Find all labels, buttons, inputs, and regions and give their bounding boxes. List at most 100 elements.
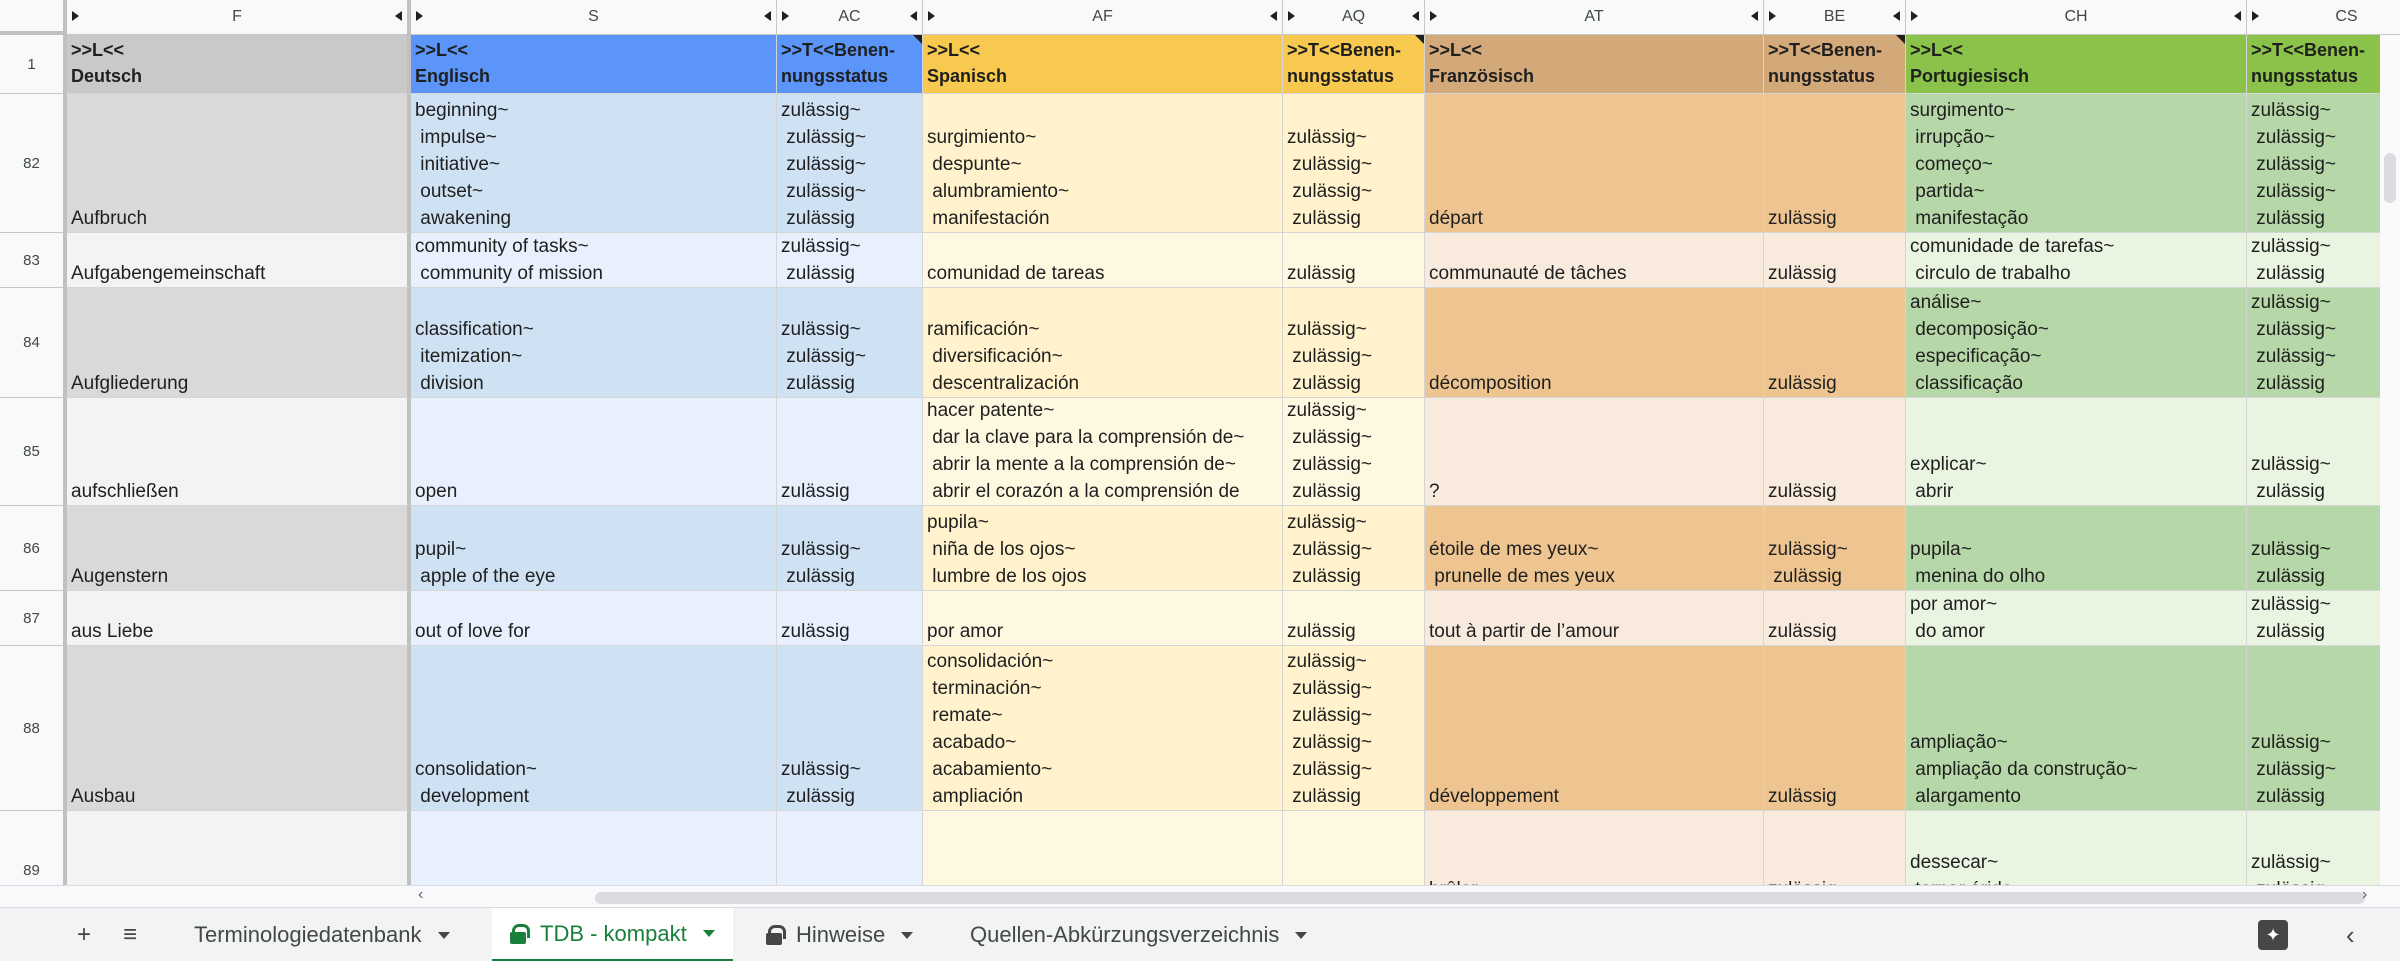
column-header-cs[interactable]: CS — [2247, 0, 2400, 35]
scroll-right-arrow-icon[interactable]: › — [2362, 886, 2376, 908]
cell-ac[interactable]: zulässig~ zulässig — [777, 646, 923, 811]
tab-terminologiedatenbank[interactable]: Terminologiedatenbank — [176, 908, 468, 961]
cell-aq[interactable]: zulässig~ zulässig~ zulässig~ zulässig — [1283, 398, 1425, 506]
cell-cs[interactable]: zulässig~ zulässig — [2247, 233, 2400, 288]
cell-ac[interactable]: zulässig~ zulässig~ zulässig~ zulässig~ … — [777, 94, 923, 233]
cell-at[interactable]: départ — [1425, 94, 1764, 233]
vertical-scroll-thumb[interactable] — [2384, 153, 2396, 203]
dropdown-caret-icon[interactable] — [437, 931, 450, 939]
select-all-corner[interactable] — [0, 0, 67, 35]
row-header-83[interactable]: 83 — [0, 233, 67, 288]
cell-s[interactable]: dry up — [411, 811, 777, 885]
cell-be[interactable]: zulässig — [1764, 398, 1906, 506]
cell-aq[interactable]: zulässig~ zulässig~ zulässig — [1283, 506, 1425, 591]
cell-ac[interactable]: zulässig~ zulässig — [777, 233, 923, 288]
cell-af[interactable]: surgimiento~ despunte~ alumbramiento~ ma… — [923, 94, 1283, 233]
cell-f[interactable]: Augenstern — [67, 506, 411, 591]
cell-ac[interactable]: zulässig — [777, 591, 923, 646]
cell-ch[interactable]: surgimento~ irrupção~ começo~ partida~ m… — [1906, 94, 2247, 233]
cell-ac[interactable]: zulässig — [777, 398, 923, 506]
collapse-right-icon[interactable] — [1412, 11, 1419, 21]
cell-at[interactable]: décomposition — [1425, 288, 1764, 398]
header-cell-af[interactable]: >>L<< Spanisch — [923, 35, 1283, 94]
header-cell-ac[interactable]: >>T<<Benen- nungsstatus — [777, 35, 923, 94]
cell-af[interactable]: pupila~ niña de los ojos~ lumbre de los … — [923, 506, 1283, 591]
collapse-right-icon[interactable] — [2234, 11, 2241, 21]
header-cell-aq[interactable]: >>T<<Benen- nungsstatus — [1283, 35, 1425, 94]
collapse-right-icon[interactable] — [1893, 11, 1900, 21]
cell-s[interactable]: open — [411, 398, 777, 506]
cell-f[interactable]: Aufgliederung — [67, 288, 411, 398]
cell-af[interactable]: secar — [923, 811, 1283, 885]
plus-icon[interactable]: + — [70, 921, 98, 949]
dropdown-caret-icon[interactable] — [901, 931, 914, 939]
header-cell-s[interactable]: >>L<< Englisch — [411, 35, 777, 94]
column-header-ac[interactable]: AC — [777, 0, 923, 35]
cell-ch[interactable]: ampliação~ ampliação da construção~ alar… — [1906, 646, 2247, 811]
row-header-1[interactable]: 1 — [0, 35, 67, 94]
cell-ch[interactable]: por amor~ do amor — [1906, 591, 2247, 646]
cell-ac[interactable]: zulässig~ zulässig~ zulässig — [777, 288, 923, 398]
cell-ch[interactable]: dessecar~ tornar árido~ secar — [1906, 811, 2247, 885]
column-header-be[interactable]: BE — [1764, 0, 1906, 35]
collapse-right-icon[interactable] — [764, 11, 771, 21]
cell-cs[interactable]: zulässig~ zulässig~ zulässig~ zulässig — [2247, 288, 2400, 398]
cell-f[interactable]: ausdörren — [67, 811, 411, 885]
cell-at[interactable]: communauté de tâches — [1425, 233, 1764, 288]
vertical-scrollbar[interactable] — [2380, 35, 2400, 885]
cell-aq[interactable]: zulässig — [1283, 811, 1425, 885]
row-header-86[interactable]: 86 — [0, 506, 67, 591]
cell-ac[interactable]: zulässig — [777, 811, 923, 885]
cell-at[interactable]: tout à partir de l’amour — [1425, 591, 1764, 646]
row-header-87[interactable]: 87 — [0, 591, 67, 646]
row-header-82[interactable]: 82 — [0, 94, 67, 233]
chevron-left-icon[interactable]: ‹ — [2346, 920, 2355, 950]
cell-af[interactable]: consolidación~ terminación~ remate~ acab… — [923, 646, 1283, 811]
cell-be[interactable]: zulässig~ zulässig — [1764, 811, 1906, 885]
cell-s[interactable]: consolidation~ development — [411, 646, 777, 811]
cell-cs[interactable]: zulässig~ zulässig~ zulässig — [2247, 811, 2400, 885]
cell-f[interactable]: Aufbruch — [67, 94, 411, 233]
cell-ac[interactable]: zulässig~ zulässig — [777, 506, 923, 591]
column-header-ch[interactable]: CH — [1906, 0, 2247, 35]
column-header-s[interactable]: S — [411, 0, 777, 35]
cell-s[interactable]: beginning~ impulse~ initiative~ outset~ … — [411, 94, 777, 233]
header-cell-cs[interactable]: >>T<<Benen- nungsstatus — [2247, 35, 2400, 94]
header-cell-ch[interactable]: >>L<< Portugiesisch — [1906, 35, 2247, 94]
cell-f[interactable]: Ausbau — [67, 646, 411, 811]
header-cell-be[interactable]: >>T<<Benen- nungsstatus — [1764, 35, 1906, 94]
cell-be[interactable]: zulässig — [1764, 646, 1906, 811]
cell-ch[interactable]: explicar~ abrir — [1906, 398, 2247, 506]
cell-cs[interactable]: zulässig~ zulässig — [2247, 398, 2400, 506]
explore-icon[interactable]: ✦ — [2258, 920, 2288, 950]
collapse-right-icon[interactable] — [910, 11, 917, 21]
cell-aq[interactable]: zulässig — [1283, 233, 1425, 288]
column-header-af[interactable]: AF — [923, 0, 1283, 35]
cell-af[interactable]: por amor — [923, 591, 1283, 646]
cell-ch[interactable]: análise~ decomposição~ especificação~ cl… — [1906, 288, 2247, 398]
cell-af[interactable]: hacer patente~ dar la clave para la comp… — [923, 398, 1283, 506]
collapse-right-icon[interactable] — [1270, 11, 1277, 21]
cell-af[interactable]: ramificación~ diversificación~ descentra… — [923, 288, 1283, 398]
cell-s[interactable]: out of love for — [411, 591, 777, 646]
collapse-right-icon[interactable] — [1751, 11, 1758, 21]
cell-be[interactable]: zulässig — [1764, 591, 1906, 646]
cell-at[interactable]: ? — [1425, 398, 1764, 506]
cell-ch[interactable]: pupila~ menina do olho — [1906, 506, 2247, 591]
row-header-88[interactable]: 88 — [0, 646, 67, 811]
cell-aq[interactable]: zulässig~ zulässig~ zulässig~ zulässig — [1283, 94, 1425, 233]
tab-quellen-abk-rzungsverzeichnis[interactable]: Quellen-Abkürzungsverzeichnis — [952, 908, 1325, 961]
cell-f[interactable]: Aufgabengemeinschaft — [67, 233, 411, 288]
column-header-at[interactable]: AT — [1425, 0, 1764, 35]
cell-be[interactable]: zulässig — [1764, 288, 1906, 398]
dropdown-caret-icon[interactable] — [702, 930, 715, 937]
header-cell-at[interactable]: >>L<< Französisch — [1425, 35, 1764, 94]
collapse-right-icon[interactable] — [395, 11, 402, 21]
list-icon[interactable]: ≡ — [116, 921, 144, 949]
scroll-left-arrow-icon[interactable]: ‹ — [418, 886, 432, 908]
cell-af[interactable]: comunidad de tareas — [923, 233, 1283, 288]
cell-at[interactable]: développement — [1425, 646, 1764, 811]
cell-cs[interactable]: zulässig~ zulässig — [2247, 591, 2400, 646]
cell-cs[interactable]: zulässig~ zulässig~ zulässig~ zulässig~ … — [2247, 94, 2400, 233]
header-cell-f[interactable]: >>L<< Deutsch — [67, 35, 411, 94]
